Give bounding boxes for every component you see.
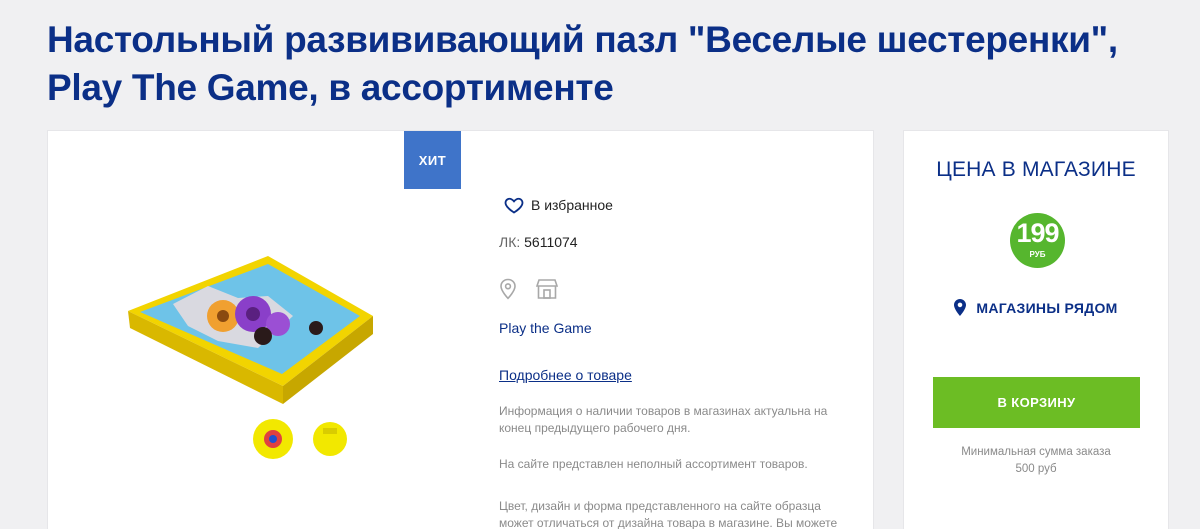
brand-link[interactable]: Play the Game	[499, 320, 592, 336]
hit-badge: ХИТ	[404, 131, 461, 189]
nearby-stores-link[interactable]: МАГАЗИНЫ РЯДОМ	[904, 299, 1168, 316]
page-title-line-1: Настольный развививающий пазл "Веселые ш…	[47, 19, 1118, 60]
add-to-favorites[interactable]: В избранное	[504, 195, 613, 215]
product-details-link[interactable]: Подробнее о товаре	[499, 367, 632, 383]
page-title-line-2: Play The Game, в ассортименте	[47, 67, 614, 108]
nearby-stores-label: МАГАЗИНЫ РЯДОМ	[976, 299, 1118, 316]
price-panel: ЦЕНА В МАГАЗИНЕ 199 РУБ МАГАЗИНЫ РЯДОМ В…	[903, 130, 1169, 529]
product-card: ХИТ В избранное ЛК: 5611074 Play the Gam…	[47, 130, 874, 529]
availability-note: Информация о наличии товаров в магазинах…	[499, 404, 828, 435]
location-pin-icon	[954, 299, 967, 316]
sku: ЛК: 5611074	[499, 234, 578, 250]
product-image[interactable]	[118, 256, 378, 476]
assortment-note: На сайте представлен неполный ассортимен…	[499, 457, 808, 471]
min-order-line-1: Минимальная сумма заказа	[961, 446, 1111, 458]
location-pin-icon[interactable]	[499, 278, 517, 305]
availability-icons	[499, 278, 559, 305]
sku-label: ЛК:	[499, 234, 521, 250]
price-badge: 199 РУБ	[1010, 213, 1065, 268]
heart-icon	[504, 197, 524, 214]
min-order-line-2: 500 руб	[1015, 463, 1057, 475]
store-icon[interactable]	[535, 278, 559, 305]
price-value: 199	[1016, 218, 1059, 248]
favorites-label: В избранное	[531, 197, 613, 213]
page-title: Настольный развививающий пазл "Веселые ш…	[47, 16, 1147, 112]
price-currency: РУБ	[1029, 250, 1046, 259]
design-note: Цвет, дизайн и форма представленного на …	[499, 499, 838, 529]
sku-value: 5611074	[524, 234, 578, 250]
add-to-cart-button[interactable]: В КОРЗИНУ	[933, 377, 1140, 428]
price-title: ЦЕНА В МАГАЗИНЕ	[936, 158, 1136, 181]
min-order-note: Минимальная сумма заказа 500 руб	[904, 444, 1168, 478]
